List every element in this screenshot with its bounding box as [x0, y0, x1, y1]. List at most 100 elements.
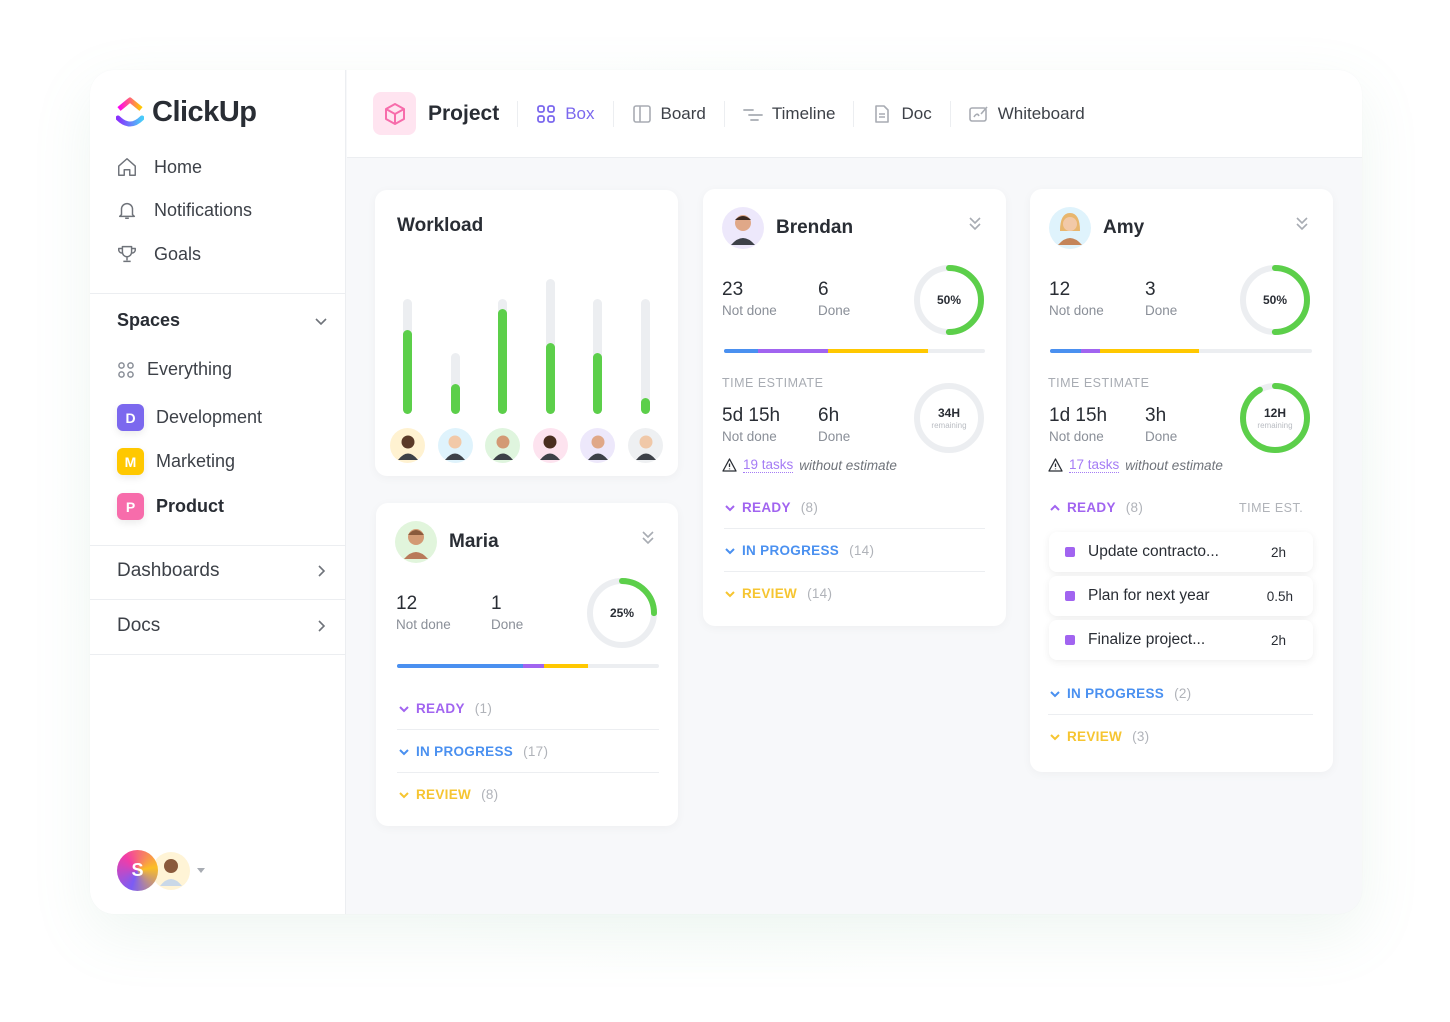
status-square-icon [1065, 547, 1075, 557]
tab-doc[interactable]: Doc [872, 104, 932, 124]
app-name: ClickUp [152, 96, 257, 128]
space-marketing[interactable]: M Marketing [117, 448, 235, 475]
tasks-without-estimate-link[interactable]: 19 tasks [743, 457, 794, 473]
group-label: IN PROGRESS [1067, 686, 1165, 701]
tab-timeline[interactable]: Timeline [742, 104, 835, 124]
progress-segment-purple [1081, 349, 1100, 353]
dashboards-item[interactable]: Dashboards [117, 560, 329, 582]
group-ready[interactable]: READY (8) [1049, 500, 1143, 515]
group-review[interactable]: REVIEW (14) [724, 586, 832, 601]
task-row[interactable]: Finalize project... 2h [1049, 620, 1313, 660]
sidebar-divider [90, 599, 346, 600]
workload-capacity-bar [641, 298, 650, 414]
avatar [395, 521, 437, 563]
tab-whiteboard[interactable]: Whiteboard [968, 104, 1085, 124]
workload-load-bar[interactable] [641, 398, 650, 414]
timeline-icon [742, 108, 763, 121]
person-icon [404, 529, 428, 559]
not-done-count: 12 [396, 593, 418, 614]
done-label: Done [1145, 303, 1178, 318]
docs-label: Docs [117, 615, 161, 636]
nav-notifications[interactable]: Notifications [116, 199, 252, 221]
tab-box[interactable]: Box [536, 104, 595, 124]
space-badge: M [117, 448, 144, 475]
workload-load-bar[interactable] [498, 308, 508, 414]
completion-donut: 25% [585, 576, 659, 650]
group-count: (3) [1132, 729, 1150, 744]
nav-home[interactable]: Home [116, 156, 202, 178]
tasks-without-estimate-link[interactable]: 17 tasks [1069, 457, 1120, 473]
warning-text: without estimate [799, 457, 897, 473]
group-label: READY [416, 701, 465, 716]
collapse-icon[interactable] [967, 215, 983, 231]
te-not-done-value: 5d 15h [722, 405, 781, 426]
task-name: Update contracto... [1088, 543, 1219, 560]
stat-done: 6 Done [818, 279, 850, 318]
chevron-down-icon [399, 791, 409, 798]
space-product[interactable]: P Product [117, 493, 224, 520]
te-done: 6h Done [818, 405, 850, 444]
workload-capacity-bar [593, 298, 603, 414]
workload-load-bar[interactable] [593, 352, 603, 414]
group-in-progress[interactable]: IN PROGRESS (14) [724, 543, 874, 558]
workload-load-bar[interactable] [403, 330, 412, 414]
not-done-count: 23 [722, 279, 744, 300]
stat-done: 1 Done [491, 593, 523, 632]
workload-title: Workload [397, 215, 484, 236]
person-header: Maria [395, 521, 499, 563]
separator [612, 100, 614, 127]
task-row[interactable]: Plan for next year 0.5h [1049, 576, 1313, 616]
workload-load-bar[interactable] [545, 342, 555, 414]
user-menu[interactable]: S [117, 850, 205, 891]
docs-item[interactable]: Docs [117, 615, 329, 637]
workload-avatar[interactable] [628, 428, 663, 463]
person-icon [445, 435, 466, 460]
collapse-icon[interactable] [1294, 215, 1310, 231]
workload-avatar[interactable] [390, 428, 425, 463]
home-icon [118, 158, 136, 176]
task-estimate: 0.5h [1266, 588, 1293, 604]
group-in-progress[interactable]: IN PROGRESS (2) [1049, 686, 1191, 701]
caret-down-icon [197, 868, 205, 873]
divider [397, 729, 659, 730]
tab-board[interactable]: Board [632, 104, 706, 124]
group-ready[interactable]: READY (8) [724, 500, 818, 515]
te-not-done-label: Not done [1049, 429, 1104, 444]
collapse-icon[interactable] [640, 529, 656, 545]
space-development[interactable]: D Development [117, 404, 262, 431]
status-progress-bar [397, 664, 659, 668]
nav-goals[interactable]: Goals [116, 243, 201, 265]
task-estimate: 2h [1270, 544, 1286, 560]
task-row[interactable]: Update contracto... 2h [1049, 532, 1313, 572]
group-review[interactable]: REVIEW (3) [1049, 729, 1149, 744]
sidebar-divider [90, 293, 346, 294]
task-name: Plan for next year [1088, 587, 1210, 604]
workload-avatar[interactable] [485, 428, 521, 463]
status-progress-bar [1050, 349, 1312, 353]
group-label: READY [742, 500, 791, 515]
chevron-down-icon [725, 590, 735, 597]
workload-load-bar[interactable] [450, 384, 460, 414]
group-review[interactable]: REVIEW (8) [398, 787, 498, 802]
group-ready[interactable]: READY (1) [398, 701, 492, 716]
workload-avatar[interactable] [532, 428, 568, 463]
sidebar: ClickUp Home Notifications Goals Spaces … [90, 70, 346, 914]
divider [724, 571, 985, 572]
person-header: Brendan [722, 207, 853, 249]
group-in-progress[interactable]: IN PROGRESS (17) [398, 744, 548, 759]
te-not-done: 1d 15h Not done [1049, 405, 1107, 444]
spaces-header[interactable]: Spaces [117, 310, 329, 331]
progress-segment-blue [397, 664, 523, 668]
chevron-down-icon [725, 547, 735, 554]
not-done-label: Not done [396, 617, 451, 632]
app-window: ClickUp Home Notifications Goals Spaces … [90, 70, 1362, 914]
chevron-down-icon [315, 317, 327, 325]
workload-avatar[interactable] [580, 428, 616, 463]
sidebar-divider [90, 545, 346, 546]
workload-avatar[interactable] [437, 428, 473, 463]
project-icon [373, 92, 416, 135]
group-count: (8) [481, 787, 499, 802]
person-icon [540, 435, 561, 460]
clickup-logo[interactable]: ClickUp [116, 96, 257, 129]
space-everything[interactable]: Everything [117, 359, 232, 380]
